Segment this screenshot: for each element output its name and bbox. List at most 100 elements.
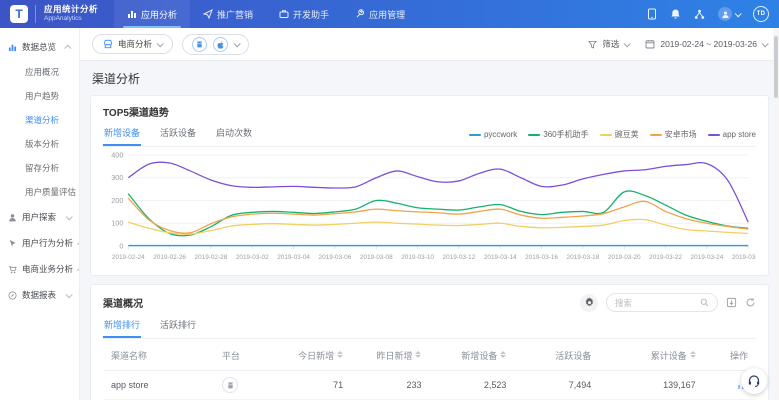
- svg-text:2019-03-08: 2019-03-08: [360, 254, 393, 261]
- chevron-down-icon: [735, 10, 742, 17]
- sidebar-item-version-analysis[interactable]: 版本分析: [0, 132, 79, 156]
- device-icon[interactable]: [647, 8, 657, 20]
- legend-item[interactable]: 安卓市场: [650, 129, 697, 140]
- sort-carets-icon[interactable]: [337, 351, 343, 359]
- app-selector-dropdown[interactable]: 电商分析: [92, 34, 173, 54]
- legend-label: pyccwork: [484, 130, 517, 139]
- legend-dash-icon: [708, 134, 720, 136]
- sort-carets-icon[interactable]: [415, 351, 421, 359]
- filter-label: 筛选: [602, 38, 619, 50]
- tab-active-devices[interactable]: 活跃设备: [159, 126, 197, 146]
- bar-chart-icon: [8, 43, 17, 52]
- platform-switcher[interactable]: [182, 34, 249, 55]
- sidebar-group-user-explore[interactable]: 用户探索: [0, 204, 79, 230]
- sidebar-item-retention-analysis[interactable]: 留存分析: [0, 156, 79, 180]
- nav-item-promotion[interactable]: 推广营销: [190, 0, 266, 28]
- svg-text:2019-03-14: 2019-03-14: [484, 254, 517, 261]
- scrollbar-thumb[interactable]: [774, 36, 778, 98]
- legend-dash-icon: [650, 134, 662, 136]
- active-devices: 7,494: [514, 371, 599, 400]
- svg-text:2019-03-12: 2019-03-12: [443, 254, 476, 261]
- svg-text:2019-02-24: 2019-02-24: [112, 254, 145, 261]
- total-devices: 139,167: [599, 371, 703, 400]
- chevron-up-icon: [64, 44, 71, 51]
- channel-table: 渠道名称平台今日新增昨日新增新增设备活跃设备累计设备操作 app store71…: [103, 341, 756, 400]
- svg-text:2019-03-04: 2019-03-04: [277, 254, 310, 261]
- export-icon[interactable]: [726, 297, 737, 308]
- nav-item-app-analysis[interactable]: 应用分析: [114, 0, 190, 28]
- yesterday-new: 233: [351, 371, 429, 400]
- date-range-value: 2019-02-24 ~ 2019-03-26: [660, 39, 757, 49]
- tab-active-ranking[interactable]: 活跃排行: [159, 318, 197, 338]
- android-platform-button[interactable]: [192, 37, 207, 52]
- column-header[interactable]: 新增设备: [429, 341, 514, 371]
- chevron-down-icon: [762, 40, 769, 47]
- nav-label: 推广营销: [217, 8, 253, 21]
- user-menu[interactable]: [718, 7, 740, 21]
- svg-text:2019-03-02: 2019-03-02: [236, 254, 269, 261]
- legend-item[interactable]: 豌豆荚: [600, 129, 639, 140]
- trend-chart: 01002003004002019-02-242019-02-262019-02…: [103, 149, 756, 271]
- header-right: TD: [647, 6, 769, 22]
- svg-text:0: 0: [119, 241, 123, 250]
- user-icon: [8, 213, 17, 222]
- app-toolbar: 电商分析 筛选 2019-02-24 ~ 2019-03-26: [80, 28, 779, 61]
- legend-item[interactable]: pyccwork: [469, 130, 517, 139]
- nav-label: 应用分析: [141, 8, 177, 21]
- svg-text:2019-02-26: 2019-02-26: [153, 254, 186, 261]
- chevron-down-icon: [624, 40, 631, 47]
- tab-new-devices[interactable]: 新增设备: [103, 126, 141, 146]
- group-label: 数据报表: [22, 289, 56, 301]
- search-input[interactable]: [615, 298, 700, 308]
- sidebar-group-data-overview[interactable]: 数据总览: [0, 34, 79, 60]
- brand-badge[interactable]: TD: [753, 6, 769, 22]
- tab-launch-count[interactable]: 启动次数: [215, 126, 253, 146]
- nav-label: 应用管理: [369, 8, 405, 21]
- legend-label: 360手机助手: [543, 129, 588, 140]
- column-header[interactable]: 昨日新增: [351, 341, 429, 371]
- nav-item-app-management[interactable]: 应用管理: [342, 0, 418, 28]
- column-header[interactable]: 累计设备: [599, 341, 703, 371]
- refresh-icon[interactable]: [745, 297, 756, 308]
- sidebar-group-data-report[interactable]: 数据报表: [0, 282, 79, 308]
- channel-name: app store: [103, 371, 214, 400]
- gear-icon[interactable]: [580, 294, 598, 312]
- bar-chart-icon: [127, 9, 137, 19]
- sidebar-item-user-quality[interactable]: 用户质量评估: [0, 180, 79, 204]
- ios-platform-button[interactable]: [213, 37, 228, 52]
- cart-icon: [8, 265, 17, 274]
- calendar-icon: [645, 39, 655, 49]
- svg-text:300: 300: [111, 173, 123, 182]
- today-new: 71: [273, 371, 351, 400]
- chevron-down-icon: [234, 40, 241, 47]
- svg-text:400: 400: [111, 150, 123, 159]
- share-network-icon[interactable]: [694, 9, 705, 20]
- scrollbar-track[interactable]: [773, 28, 779, 400]
- sidebar-item-user-trend[interactable]: 用户趋势: [0, 84, 79, 108]
- sort-carets-icon[interactable]: [500, 351, 506, 359]
- sidebar-group-ecommerce[interactable]: 电商业务分析: [0, 256, 79, 282]
- bell-icon[interactable]: [670, 8, 681, 20]
- svg-text:2019-03-20: 2019-03-20: [608, 254, 641, 261]
- app-title: 应用统计分析: [44, 5, 98, 15]
- chevron-down-icon: [66, 291, 73, 298]
- tab-new-ranking[interactable]: 新增排行: [103, 318, 141, 338]
- search-icon[interactable]: [700, 298, 709, 307]
- date-range-picker[interactable]: 2019-02-24 ~ 2019-03-26: [645, 39, 767, 49]
- customer-service-button[interactable]: [741, 368, 767, 394]
- nav-item-dev-assistant[interactable]: 开发助手: [266, 0, 342, 28]
- sort-carets-icon[interactable]: [690, 351, 696, 359]
- funnel-icon: [588, 40, 597, 49]
- ranking-tabs: 新增排行 活跃排行: [103, 318, 197, 338]
- column-header[interactable]: 今日新增: [273, 341, 351, 371]
- trend-tabs: 新增设备 活跃设备 启动次数: [103, 126, 253, 146]
- svg-text:100: 100: [111, 219, 123, 228]
- app-subtitle: AppAnalytics: [44, 15, 98, 22]
- legend-item[interactable]: 360手机助手: [528, 129, 588, 140]
- briefcase-icon: [279, 9, 289, 19]
- sidebar-item-channel-analysis[interactable]: 渠道分析: [0, 108, 79, 132]
- legend-item[interactable]: app store: [708, 130, 756, 139]
- sidebar-item-app-overview[interactable]: 应用概况: [0, 60, 79, 84]
- filter-control[interactable]: 筛选: [588, 38, 629, 50]
- sidebar-group-user-behavior[interactable]: 用户行为分析: [0, 230, 79, 256]
